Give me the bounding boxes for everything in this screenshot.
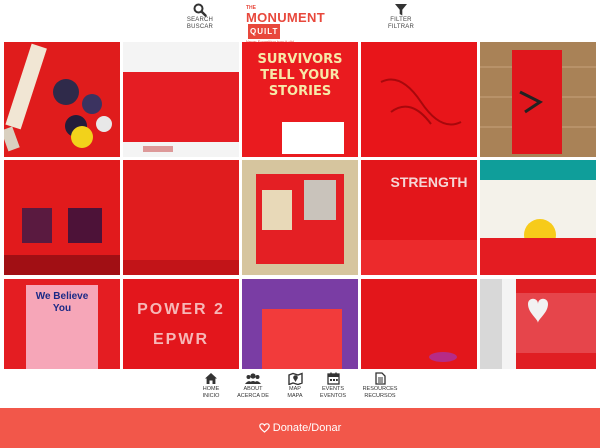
nav-resources[interactable]: RESOURCES RECURSOS <box>358 372 402 399</box>
quilt-tile[interactable] <box>242 279 358 369</box>
nav-resources-es: RECURSOS <box>364 392 396 399</box>
search-label-en: SEARCH <box>186 17 214 23</box>
quilt-image <box>4 208 120 275</box>
quilt-image <box>4 43 112 152</box>
nav-home-es: INICIO <box>202 392 220 399</box>
quilt-tile[interactable] <box>123 42 239 157</box>
users-icon <box>245 373 261 384</box>
quilt-image <box>380 78 462 126</box>
filter-label-es: FILTRAR <box>388 24 414 30</box>
quilt-tile[interactable] <box>242 160 358 275</box>
quilt-tile[interactable] <box>123 160 239 275</box>
quilt-grid: SURVIVORS TELL YOUR STORIES STRENGTH We … <box>4 42 596 369</box>
donate-label: Donate/Donar <box>272 422 342 434</box>
nav-resources-en: RESOURCES <box>362 386 398 392</box>
quilt-image <box>123 260 239 275</box>
nav-events[interactable]: EVENTS EVENTOS <box>311 372 355 399</box>
filter-label-en: FILTER <box>390 17 412 23</box>
quilt-image <box>242 279 358 369</box>
quilt-tile[interactable]: We Believe You <box>4 279 120 369</box>
quilt-tile[interactable]: POWER 2 EPWR <box>123 279 239 369</box>
nav-home[interactable]: HOME INICIO <box>189 372 233 399</box>
quilt-image <box>480 160 596 275</box>
quilt-image <box>242 160 358 275</box>
document-icon <box>374 372 386 385</box>
search-button[interactable]: SEARCH BUSCAR <box>175 3 225 31</box>
search-icon <box>193 3 207 17</box>
quilt-image <box>480 279 596 369</box>
quilt-tile[interactable] <box>4 42 120 157</box>
calendar-icon <box>326 372 340 385</box>
search-label-es: BUSCAR <box>186 24 214 30</box>
quilt-tile[interactable] <box>480 279 596 369</box>
tile-caption: STRENGTH <box>390 174 468 190</box>
tile-caption: POWER 2 EPWR <box>137 301 225 348</box>
site-logo[interactable]: THE MONUMENTQUILT Never Forgetting how i… <box>246 6 356 45</box>
logo-monument: MONUMENT <box>246 10 325 25</box>
home-icon <box>205 373 217 384</box>
tile-caption: We Believe You <box>35 291 89 314</box>
quilt-tile[interactable] <box>361 42 477 157</box>
quilt-tile[interactable]: SURVIVORS TELL YOUR STORIES <box>242 42 358 157</box>
logo-quilt: QUILT <box>248 24 281 39</box>
quilt-tile[interactable] <box>480 160 596 275</box>
heart-icon <box>258 423 270 433</box>
header: SEARCH BUSCAR THE MONUMENTQUILT Never Fo… <box>0 0 600 45</box>
nav-about-es: ACERCA DE <box>237 392 269 399</box>
nav-events-es: EVENTOS <box>319 392 347 399</box>
filter-button[interactable]: FILTER FILTRAR <box>376 3 426 31</box>
quilt-image <box>123 42 239 157</box>
filter-icon <box>395 4 407 16</box>
quilt-image <box>429 352 457 362</box>
bottom-nav: HOME INICIO ABOUT ACERCA DE MAP MAPA EVE… <box>0 369 600 407</box>
quilt-image <box>480 42 596 157</box>
donate-button[interactable]: Donate/Donar <box>0 408 600 448</box>
map-icon <box>287 372 303 385</box>
tile-caption: SURVIVORS TELL YOUR STORIES <box>257 52 343 99</box>
quilt-tile[interactable] <box>4 160 120 275</box>
logo-main: MONUMENTQUILT <box>246 11 356 39</box>
quilt-tile[interactable]: STRENGTH <box>361 160 477 275</box>
quilt-tile[interactable] <box>480 42 596 157</box>
quilt-tile[interactable] <box>361 279 477 369</box>
nav-about[interactable]: ABOUT ACERCA DE <box>231 372 275 399</box>
